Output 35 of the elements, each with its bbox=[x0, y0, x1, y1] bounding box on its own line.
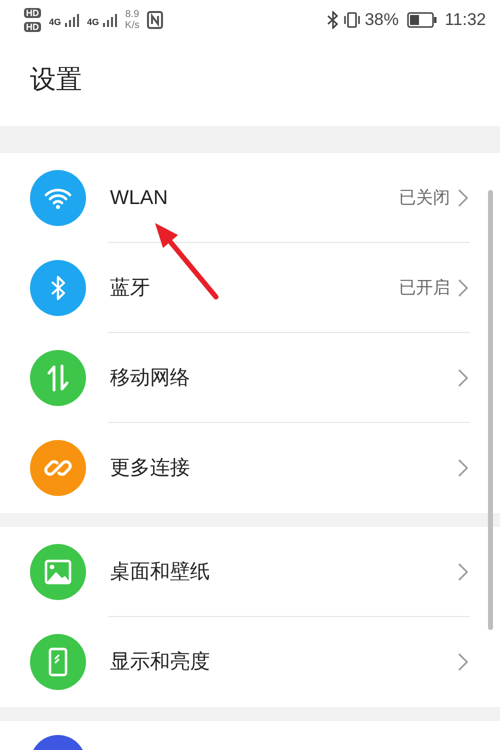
chevron-icon bbox=[458, 653, 468, 671]
sim-label: HD bbox=[24, 8, 41, 18]
settings-row[interactable]: 蓝牙 已开启 bbox=[0, 243, 500, 333]
setting-status: 已开启 bbox=[399, 277, 450, 300]
bluetooth-icon bbox=[326, 11, 339, 29]
network-speed: 8.9 bbox=[125, 9, 140, 20]
clock: 11:32 bbox=[444, 9, 486, 32]
setting-label: WLAN bbox=[110, 186, 169, 211]
settings-row[interactable]: 移动网络 bbox=[0, 333, 500, 423]
setting-label: 更多连接 bbox=[110, 456, 191, 481]
network-label: 4G bbox=[49, 17, 62, 27]
nfc-icon bbox=[147, 11, 164, 29]
signal-icon bbox=[65, 13, 80, 27]
setting-label: 蓝牙 bbox=[110, 276, 151, 301]
page-title: 设置 bbox=[30, 66, 83, 92]
chevron-icon bbox=[458, 459, 468, 477]
battery-percent: 38% bbox=[364, 9, 399, 32]
speed-unit: K/s bbox=[125, 20, 140, 31]
settings-row[interactable]: 显示和亮度 bbox=[0, 617, 500, 707]
chevron-icon bbox=[458, 279, 468, 297]
setting-status: 已关闭 bbox=[399, 187, 450, 210]
network-label: 4G bbox=[87, 17, 100, 27]
vibrate-icon bbox=[342, 11, 361, 29]
signal-icon bbox=[103, 13, 118, 27]
chevron-icon bbox=[458, 369, 468, 387]
setting-label: 移动网络 bbox=[110, 366, 191, 391]
setting-label: 显示和亮度 bbox=[110, 650, 211, 675]
settings-row[interactable]: 更多连接 bbox=[0, 423, 500, 513]
chevron-icon bbox=[458, 189, 468, 207]
sim-label: HD bbox=[24, 22, 41, 32]
setting-label: 桌面和壁纸 bbox=[110, 560, 211, 585]
chevron-icon bbox=[458, 563, 468, 581]
settings-row[interactable]: 桌面和壁纸 bbox=[0, 527, 500, 617]
battery-icon bbox=[406, 12, 437, 28]
settings-row[interactable]: WLAN 已关闭 bbox=[0, 153, 500, 243]
